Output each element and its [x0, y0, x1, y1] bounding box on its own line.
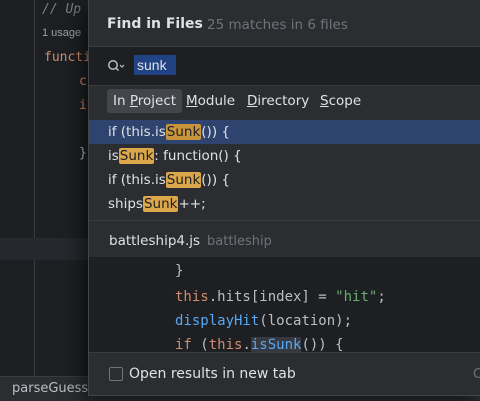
popup-footer: Open results in new tab C: [89, 352, 480, 395]
result-text: if (this.is: [108, 172, 166, 188]
search-input[interactable]: [134, 55, 176, 75]
result-row[interactable]: isSunk: function() {: [89, 144, 480, 168]
code-token: (: [191, 337, 209, 352]
tab-in-project[interactable]: In Project: [107, 89, 183, 113]
preview-line: displayHit(location);: [175, 313, 352, 329]
preview-line: this.hits[index] = "hit";: [175, 289, 386, 305]
preview-file-directory: battleship: [207, 234, 272, 249]
search-bar: [89, 46, 480, 86]
code-token: }: [175, 263, 184, 279]
breadcrumb-function[interactable]: parseGuess(): [12, 381, 98, 396]
result-row[interactable]: shipsSunk++;: [89, 192, 480, 216]
usages-hint[interactable]: 1 usage: [42, 27, 81, 39]
tab-module[interactable]: Module: [180, 89, 241, 113]
preview-line: }: [175, 263, 183, 279]
results-list: if (this.isSunk()) { isSunk: function() …: [89, 120, 480, 218]
match-count: 25 matches in 6 files: [207, 17, 348, 33]
code-token: ;: [377, 289, 386, 305]
open-in-new-tab-label[interactable]: Open results in new tab: [129, 366, 296, 382]
code-line-function: functi: [44, 50, 91, 65]
code-token: this: [208, 337, 243, 352]
code-line-c: c: [79, 74, 87, 89]
caret-line-highlight: [0, 238, 90, 260]
popup-title: Find in Files: [107, 16, 203, 32]
result-row[interactable]: if (this.isSunk()) {: [89, 168, 480, 192]
match-highlight: Sunk: [118, 148, 155, 164]
code-token: isSunk: [250, 337, 302, 352]
match-highlight: Sunk: [165, 124, 202, 140]
code-token: "hit": [335, 289, 378, 305]
result-text: ++;: [178, 196, 206, 212]
preview-file-header: battleship4.js battleship: [89, 220, 480, 258]
popup-header[interactable]: Find in Files 25 matches in 6 files: [89, 0, 480, 46]
gutter-divider: [34, 0, 35, 380]
code-comment: // Up: [42, 2, 82, 17]
result-row[interactable]: if (this.isSunk()) {: [89, 120, 480, 144]
code-token: .: [242, 337, 251, 352]
match-highlight: Sunk: [142, 196, 179, 212]
result-text: ships: [108, 196, 143, 212]
code-token: if: [175, 337, 192, 352]
code-token: ()) {: [301, 337, 344, 352]
match-highlight: Sunk: [165, 172, 202, 188]
search-icon[interactable]: [107, 58, 125, 74]
result-text: ()) {: [201, 172, 230, 188]
code-token: .hits[index] =: [208, 289, 336, 305]
preview-line-current: if (this.isSunk()) {: [175, 337, 344, 352]
open-in-new-tab-checkbox[interactable]: [109, 367, 123, 381]
footer-button-edge[interactable]: C: [473, 367, 480, 382]
result-text: if (this.is: [108, 124, 166, 140]
code-preview[interactable]: } this.hits[index] = "hit"; displayHit(l…: [89, 257, 480, 352]
find-in-files-popup: Find in Files 25 matches in 6 files In P…: [88, 0, 480, 396]
result-text: : function() {: [154, 148, 242, 164]
code-line-i: i: [79, 98, 87, 113]
code-token: displayHit: [175, 313, 260, 329]
code-token: this: [175, 289, 209, 305]
scope-tabs: In Project Module Directory Scope: [89, 86, 480, 118]
code-line-brace: }: [79, 146, 87, 161]
preview-file-name: battleship4.js: [109, 233, 201, 249]
result-text: ()) {: [201, 124, 230, 140]
code-token: (location);: [259, 313, 353, 329]
result-text: is: [108, 148, 119, 164]
tab-scope[interactable]: Scope: [314, 89, 367, 113]
tab-directory[interactable]: Directory: [241, 89, 315, 113]
